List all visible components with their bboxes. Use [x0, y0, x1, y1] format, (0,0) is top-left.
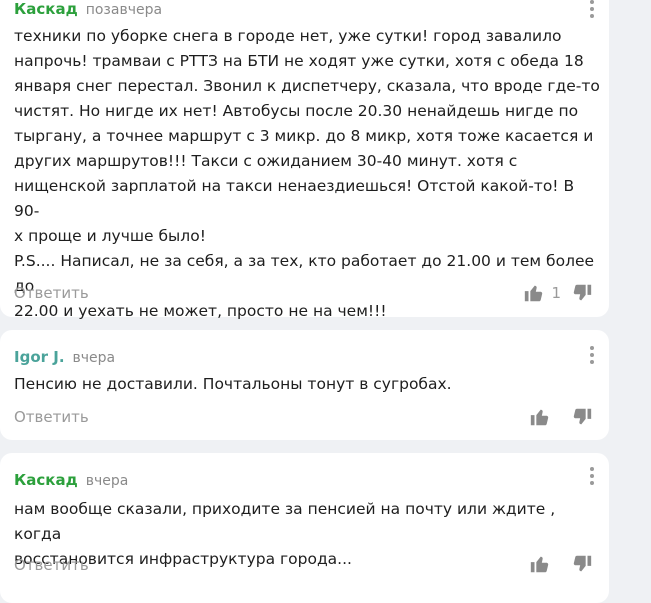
- comment-text: Пенсию не доставили. Почтальоны тонут в …: [14, 372, 604, 397]
- thumbs-up-icon[interactable]: [529, 553, 551, 575]
- more-options-button[interactable]: [589, 344, 595, 365]
- comment-text-line: чистят. Но нигде их нет! Автобусы после …: [14, 102, 579, 120]
- vote-actions: [529, 553, 593, 575]
- more-vertical-icon: [590, 466, 594, 471]
- comment-text-line: нищенской зарплатой на такси ненаездиешь…: [14, 177, 575, 220]
- comment-text: нам вообще сказали, приходите за пенсией…: [14, 497, 604, 572]
- comment-header: Каскад позавчера: [14, 0, 162, 18]
- comment-card: Igor J. вчера Пенсию не доставили. Почта…: [0, 330, 609, 440]
- thumbs-down-icon[interactable]: [571, 406, 593, 428]
- comment-text-line: техники по уборке снега в городе нет, уж…: [14, 27, 562, 45]
- reply-button[interactable]: Ответить: [14, 284, 89, 302]
- comment-header: Igor J. вчера: [14, 348, 115, 366]
- thumbs-down-icon[interactable]: [571, 553, 593, 575]
- comment-text-line: Пенсию не доставили. Почтальоны тонут в …: [14, 375, 452, 393]
- comment-card: Каскад позавчера техники по уборке снега…: [0, 0, 609, 320]
- comment-text-line: января снег перестал. Звонил к диспетчер…: [14, 77, 600, 95]
- comment-time: вчера: [85, 473, 129, 489]
- vote-actions: [529, 406, 593, 428]
- likes-count: 1: [551, 284, 561, 302]
- reply-button[interactable]: Ответить: [14, 408, 89, 426]
- thumbs-up-icon[interactable]: [529, 406, 551, 428]
- more-vertical-icon: [590, 345, 594, 350]
- more-options-button[interactable]: [589, 465, 595, 486]
- comment-text-line: напрочь! трамваи с РТТЗ на БТИ не ходят …: [14, 52, 584, 70]
- comment-author[interactable]: Каскад: [14, 0, 78, 18]
- reply-button[interactable]: Ответить: [14, 556, 89, 574]
- comment-card: Каскад вчера нам вообще сказали, приходи…: [0, 453, 609, 603]
- vote-actions: 1: [523, 282, 593, 304]
- comment-text-line: P.S.... Написал, не за себя, а за тех, к…: [14, 252, 595, 295]
- comment-text-line: нам вообще сказали, приходите за пенсией…: [14, 500, 556, 543]
- more-vertical-icon: [590, 0, 594, 4]
- comment-text-line: других маршрутов!!! Такси с ожиданием 30…: [14, 152, 518, 170]
- thumbs-up-icon[interactable]: [523, 282, 545, 304]
- comment-time: вчера: [72, 350, 116, 366]
- thumbs-down-icon[interactable]: [571, 282, 593, 304]
- comment-text: техники по уборке снега в городе нет, уж…: [14, 24, 604, 324]
- comment-text-line: тыргану, а точнее маршрут с 3 микр. до 8…: [14, 127, 594, 145]
- comment-time: позавчера: [85, 2, 163, 18]
- comment-text-line: х проще и лучше было!: [14, 227, 206, 245]
- comment-author[interactable]: Каскад: [14, 471, 78, 489]
- comment-text-line: восстановится инфраструктура города...: [14, 550, 352, 568]
- comment-author[interactable]: Igor J.: [14, 348, 65, 366]
- comment-text-line: 22.00 и уехать не может, просто не на че…: [14, 302, 387, 320]
- more-options-button[interactable]: [589, 0, 595, 19]
- comment-header: Каскад вчера: [14, 471, 128, 489]
